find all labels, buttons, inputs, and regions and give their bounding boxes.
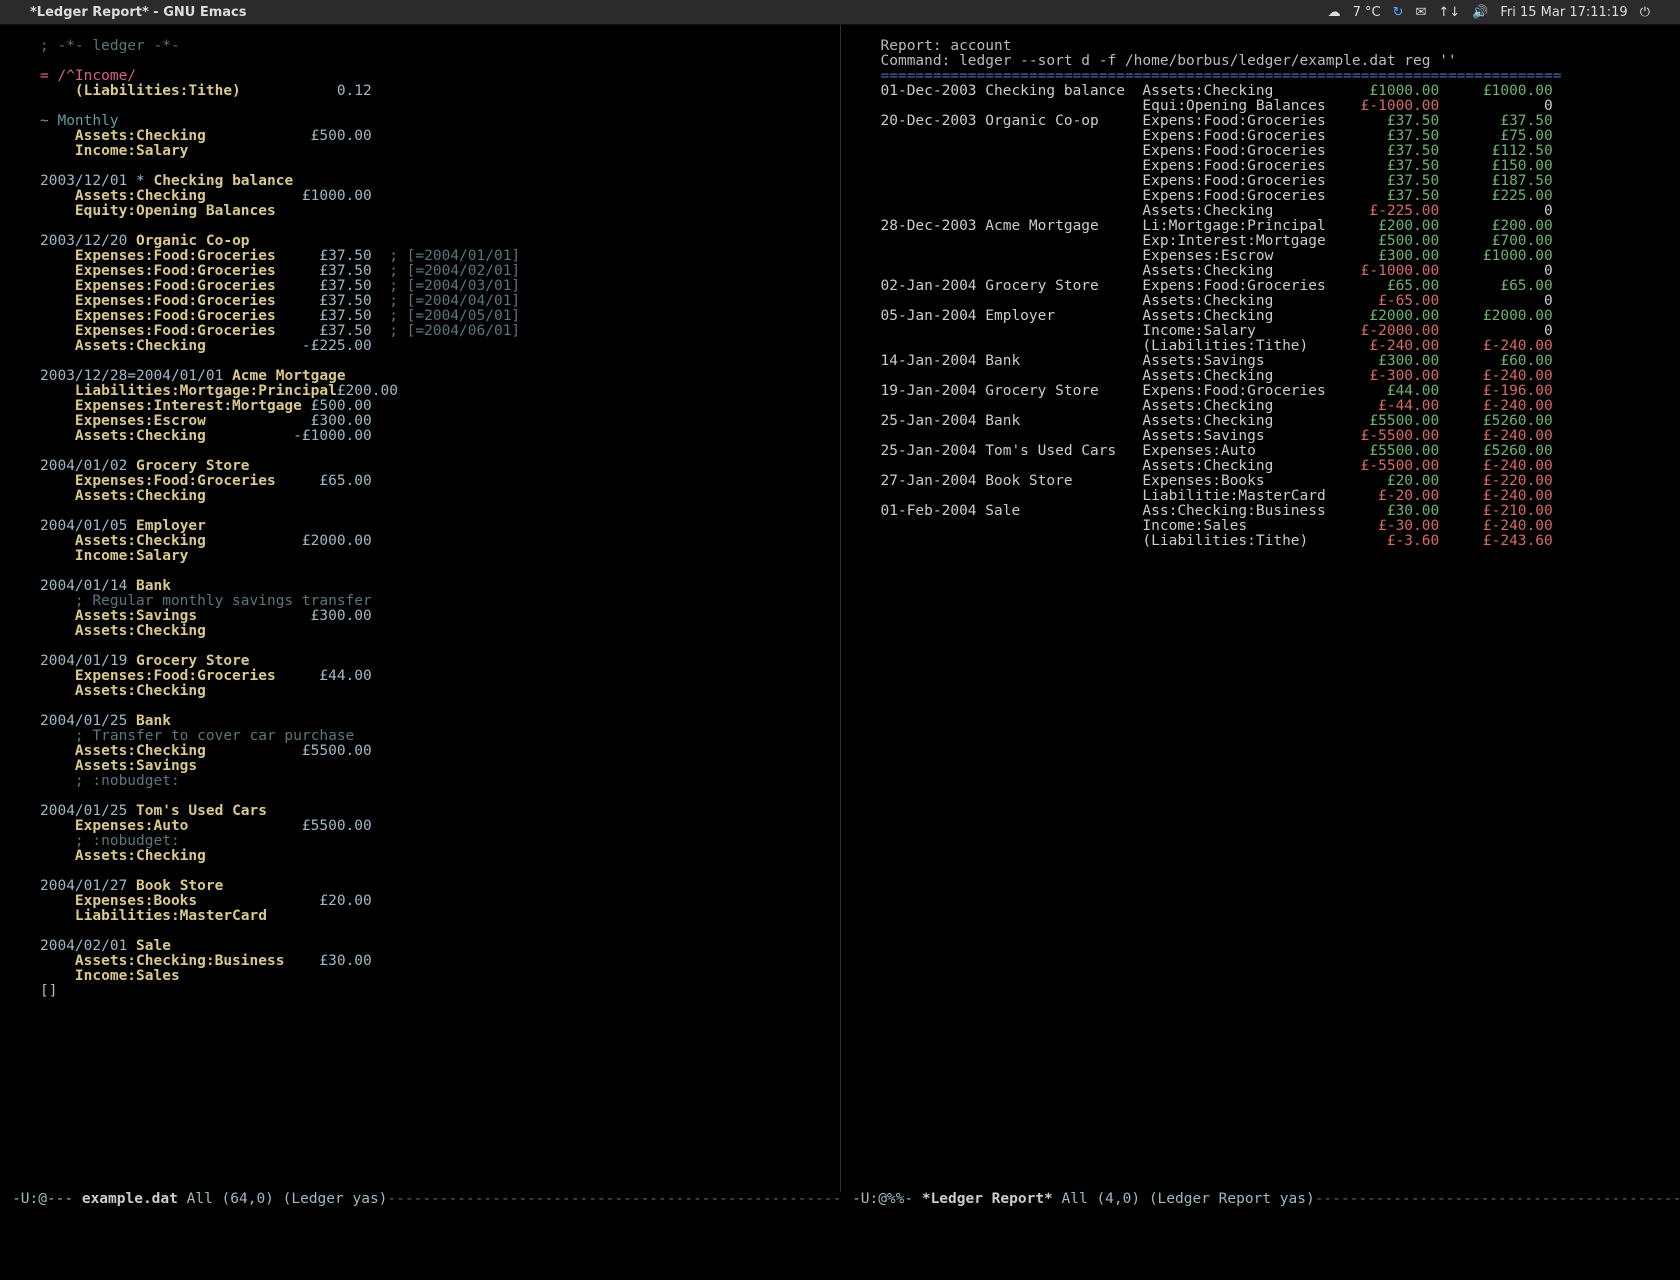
weather-temp: 7 °C [1353,5,1381,20]
clock-text: Fri 15 Mar 17:11:19 [1500,5,1627,20]
window-title: *Ledger Report* - GNU Emacs [30,5,246,20]
power-icon[interactable]: ⏻ [1640,5,1650,20]
weather-icon: ☁ [1328,5,1341,20]
ledger-report-pane[interactable]: Report: accountCommand: ledger --sort d … [840,25,1680,1201]
volume-icon[interactable]: 🔊 [1472,5,1488,20]
modeline-left: -U:@--- example.dat All (64,0) (Ledger y… [0,1192,840,1208]
modeline-right: -U:@%%- *Ledger Report* All (4,0) (Ledge… [840,1192,1680,1208]
refresh-icon[interactable]: ↻ [1393,5,1404,20]
titlebar: *Ledger Report* - GNU Emacs ☁ 7 °C ↻ ✉ ↑… [0,0,1680,25]
system-tray: ☁ 7 °C ↻ ✉ ↑↓ 🔊 Fri 15 Mar 17:11:19 ⏻ [1328,5,1650,20]
mail-icon[interactable]: ✉ [1415,5,1426,20]
ledger-source-pane[interactable]: ; -*- ledger -*- = /^Income/ (Liabilitie… [0,25,840,1201]
modeline: -U:@--- example.dat All (64,0) (Ledger y… [0,1192,1680,1208]
network-icon[interactable]: ↑↓ [1438,5,1460,20]
